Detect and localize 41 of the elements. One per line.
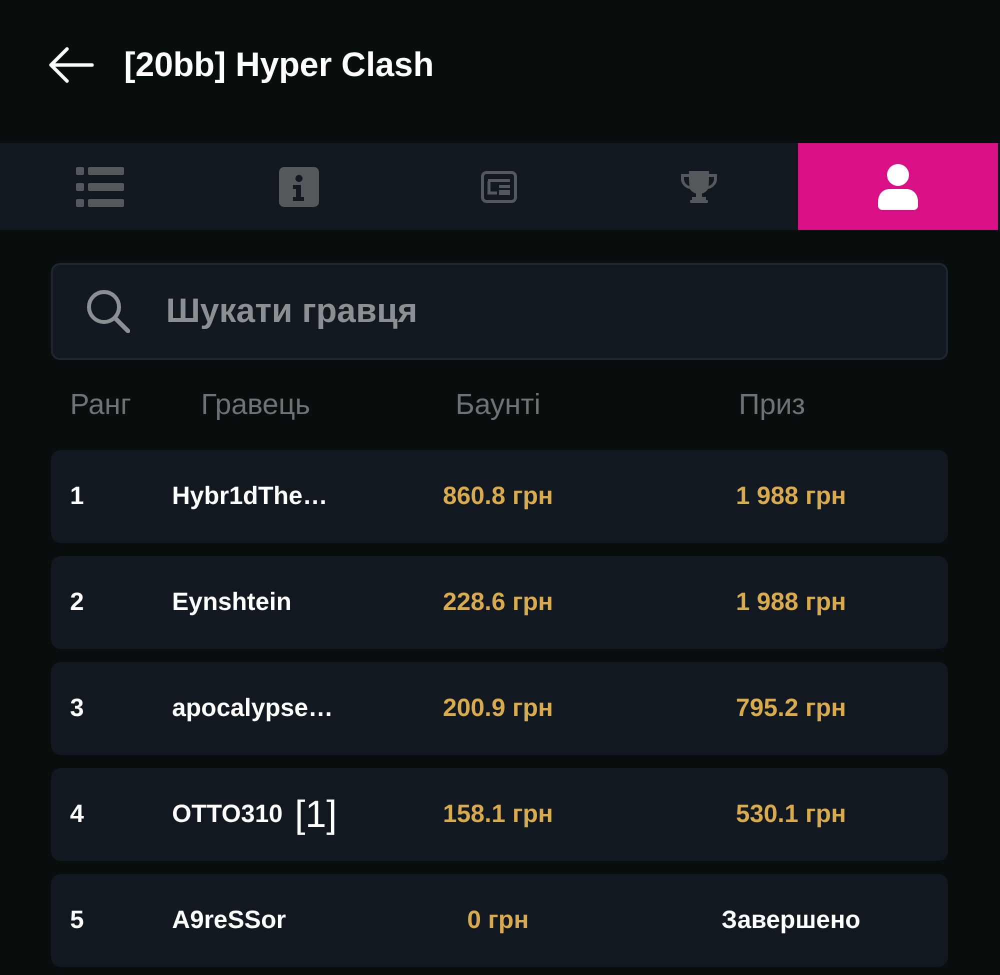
prize-cell: 1 988 грн <box>736 588 846 617</box>
tab[interactable] <box>798 143 998 230</box>
player-name: Hybr1dThe… <box>172 482 328 511</box>
column-header: Приз <box>738 388 806 422</box>
column-header: Баунті <box>455 388 541 422</box>
table-row[interactable]: 2 Eynshtein 228.6 грн 1 988 грн <box>51 556 948 649</box>
column-header: Ранг <box>70 388 132 422</box>
search-icon <box>86 289 130 333</box>
card-icon <box>480 170 517 202</box>
bounty-cell: 158.1 грн <box>442 800 554 829</box>
info-icon <box>279 166 320 206</box>
rank-cell: 4 <box>70 800 84 829</box>
rank-cell: 5 <box>70 906 84 935</box>
bounty-cell: 200.9 грн <box>442 694 554 723</box>
table-row[interactable]: 3 apocalypse… 200.9 грн 795.2 грн <box>51 662 948 755</box>
player-tag: [1] <box>294 796 337 834</box>
player-name: OTTO310 <box>172 800 283 829</box>
user-icon <box>878 164 918 210</box>
table-row[interactable]: 4 OTTO310 [1] 158.1 грн 530.1 грн <box>51 768 948 861</box>
player-name: apocalypse… <box>172 694 334 723</box>
bounty-cell: 860.8 грн <box>442 482 554 511</box>
player-name: A9reSSor <box>172 906 286 935</box>
bounty-cell: 228.6 грн <box>442 588 554 617</box>
bounty-cell: 0 грн <box>467 906 529 935</box>
table-row[interactable]: 5 A9reSSor 0 грн Завершено <box>51 874 948 967</box>
column-header: Гравець <box>200 388 310 422</box>
status-text: Завершено <box>722 906 860 935</box>
rank-cell: 1 <box>70 482 84 511</box>
trophy-icon <box>680 170 717 202</box>
arrow-left-icon <box>48 46 94 84</box>
prize-cell: 795.2 грн <box>736 694 846 723</box>
list-icon <box>76 166 124 206</box>
prize-cell: 1 988 грн <box>736 482 846 511</box>
search-field[interactable]: Шукати гравця <box>51 263 948 360</box>
prize-cell: 530.1 грн <box>736 800 846 829</box>
player-name: Eynshtein <box>172 588 292 617</box>
rank-cell: 2 <box>70 588 84 617</box>
rank-cell: 3 <box>70 694 84 723</box>
table-row[interactable]: 1 Hybr1dThe… 860.8 грн 1 988 грн <box>51 450 948 543</box>
back-button[interactable] <box>48 46 94 84</box>
page-title: [20bb] Hyper Clash <box>124 45 434 85</box>
